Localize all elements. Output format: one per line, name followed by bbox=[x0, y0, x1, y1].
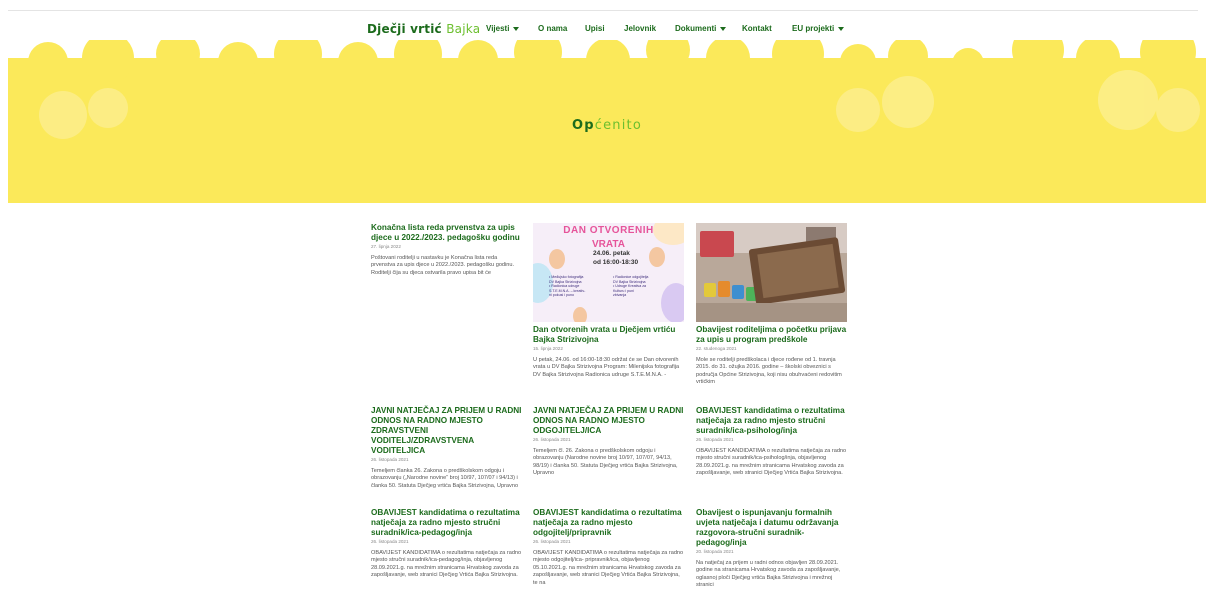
post-card: OBAVIJEST kandidatima o rezultatima natj… bbox=[533, 508, 685, 587]
page-title: Općenito bbox=[8, 118, 1206, 133]
hero-banner: Općenito bbox=[8, 40, 1206, 203]
nav-item-jelovnik[interactable]: Jelovnik bbox=[624, 24, 656, 33]
post-excerpt: Na natječaj za prijem u radni odnos obja… bbox=[696, 560, 841, 589]
chevron-down-icon bbox=[513, 26, 520, 31]
poster-list-right: • Radionice odgojitelja DV Bajka Striziv… bbox=[613, 275, 649, 298]
post-date: 26. listopada 2021 bbox=[533, 437, 571, 442]
logo-text-main: Dječji vrtić bbox=[367, 22, 442, 36]
post-card: OBAVIJEST kandidatima o rezultatima natj… bbox=[371, 508, 523, 580]
nav-label: Dokumenti bbox=[675, 24, 717, 33]
post-title-link[interactable]: OBAVIJEST kandidatima o rezultatima natj… bbox=[371, 508, 523, 538]
post-title-link[interactable]: Obavijest o ispunjavanju formalnih uvjet… bbox=[696, 508, 848, 548]
post-card: Obavijest roditeljima o početku prijava … bbox=[696, 223, 848, 387]
post-thumbnail[interactable]: DAN OTVORENIH VRATA 24.06. petak od 16:0… bbox=[533, 223, 684, 322]
nav-item-o-nama[interactable]: O nama bbox=[538, 24, 567, 33]
post-excerpt: OBAVIJEST KANDIDATIMA o rezultatima natj… bbox=[696, 448, 847, 477]
post-card: JAVNI NATJEČAJ ZA PRIJEM U RADNI ODNOS N… bbox=[533, 406, 685, 478]
post-excerpt: U petak, 24.06. od 16:00-18:30 održat će… bbox=[533, 357, 680, 378]
post-card: DAN OTVORENIH VRATA 24.06. petak od 16:0… bbox=[533, 223, 685, 379]
post-card: Obavijest o ispunjavanju formalnih uvjet… bbox=[696, 508, 848, 590]
post-date: 26. listopada 2021 bbox=[371, 457, 409, 462]
poster-heading: DAN OTVORENIH bbox=[563, 225, 654, 236]
post-title-link[interactable]: Konačna lista reda prvenstva za upis dje… bbox=[371, 223, 523, 243]
post-excerpt: OBAVIJEST KANDIDATIMA o rezultatima natj… bbox=[533, 550, 684, 586]
nav-item-dokumenti[interactable]: Dokumenti bbox=[675, 24, 727, 33]
nav-item-vijesti[interactable]: Vijesti bbox=[486, 24, 520, 33]
post-excerpt: Mole se roditelji predškolaca i djece ro… bbox=[696, 357, 842, 386]
post-thumbnail[interactable] bbox=[696, 223, 847, 322]
post-card: Konačna lista reda prvenstva za upis dje… bbox=[371, 223, 523, 277]
poster-list-left: • Međujsko fotografija DV Bajka Strizivo… bbox=[549, 275, 586, 298]
logo-text-accent: Bajka bbox=[446, 22, 481, 36]
page-title-main: Op bbox=[571, 118, 595, 133]
post-excerpt: Temeljem članka 26. Zakona o predškolsko… bbox=[371, 468, 519, 489]
post-title-link[interactable]: JAVNI NATJEČAJ ZA PRIJEM U RADNI ODNOS N… bbox=[371, 406, 523, 456]
nav-item-kontakt[interactable]: Kontakt bbox=[742, 24, 772, 33]
post-date: 20. listopada 2021 bbox=[696, 549, 734, 554]
post-card: OBAVIJEST kandidatima o rezultatima natj… bbox=[696, 406, 848, 478]
page-title-accent: ćenito bbox=[594, 118, 642, 133]
post-title-link[interactable]: JAVNI NATJEČAJ ZA PRIJEM U RADNI ODNOS N… bbox=[533, 406, 685, 436]
chevron-down-icon bbox=[838, 26, 845, 31]
post-date: 22. studenoga 2021 bbox=[696, 346, 737, 351]
nav-label: EU projekti bbox=[792, 24, 835, 33]
post-excerpt: Poštovani roditelji u nastavku je Konačn… bbox=[371, 255, 515, 276]
nav-label: O nama bbox=[538, 24, 568, 33]
post-date: 26. listopada 2021 bbox=[696, 437, 734, 442]
nav-item-eu-projekti[interactable]: EU projekti bbox=[792, 24, 845, 33]
nav-label: Jelovnik bbox=[624, 24, 657, 33]
post-title-link[interactable]: OBAVIJEST kandidatima o rezultatima natj… bbox=[533, 508, 685, 538]
child-illustration-icon bbox=[649, 247, 665, 267]
nav-label: Vijesti bbox=[486, 24, 510, 33]
child-illustration-icon bbox=[573, 307, 587, 322]
post-excerpt: OBAVIJEST KANDIDATIMA o rezultatima natj… bbox=[371, 550, 522, 579]
post-title-link[interactable]: Dan otvorenih vrata u Dječjem vrtiću Baj… bbox=[533, 325, 685, 345]
post-date: 26. listopada 2021 bbox=[533, 539, 571, 544]
post-excerpt: Temeljem čl. 26. Zakona o predškolskom o… bbox=[533, 448, 678, 477]
chevron-down-icon bbox=[720, 26, 727, 31]
post-date: 27. lipnja 2022 bbox=[371, 244, 401, 249]
poster-time: od 16:00-18:30 bbox=[593, 259, 639, 266]
post-card: JAVNI NATJEČAJ ZA PRIJEM U RADNI ODNOS N… bbox=[371, 406, 523, 490]
post-title-link[interactable]: OBAVIJEST kandidatima o rezultatima natj… bbox=[696, 406, 848, 436]
wooden-letters-photo bbox=[696, 223, 847, 322]
nav-label: Upisi bbox=[585, 24, 605, 33]
site-logo[interactable]: Dječji vrtić Bajka bbox=[367, 22, 480, 36]
post-title-link[interactable]: Obavijest roditeljima o početku prijava … bbox=[696, 325, 848, 345]
poster-date: 24.06. petak bbox=[593, 250, 630, 257]
post-date: 26. listopada 2021 bbox=[371, 539, 409, 544]
nav-item-upisi[interactable]: Upisi bbox=[585, 24, 605, 33]
post-date: 15. lipnja 2022 bbox=[533, 346, 563, 351]
open-day-poster: DAN OTVORENIH VRATA 24.06. petak od 16:0… bbox=[533, 223, 684, 322]
child-illustration-icon bbox=[549, 249, 565, 269]
nav-label: Kontakt bbox=[742, 24, 772, 33]
